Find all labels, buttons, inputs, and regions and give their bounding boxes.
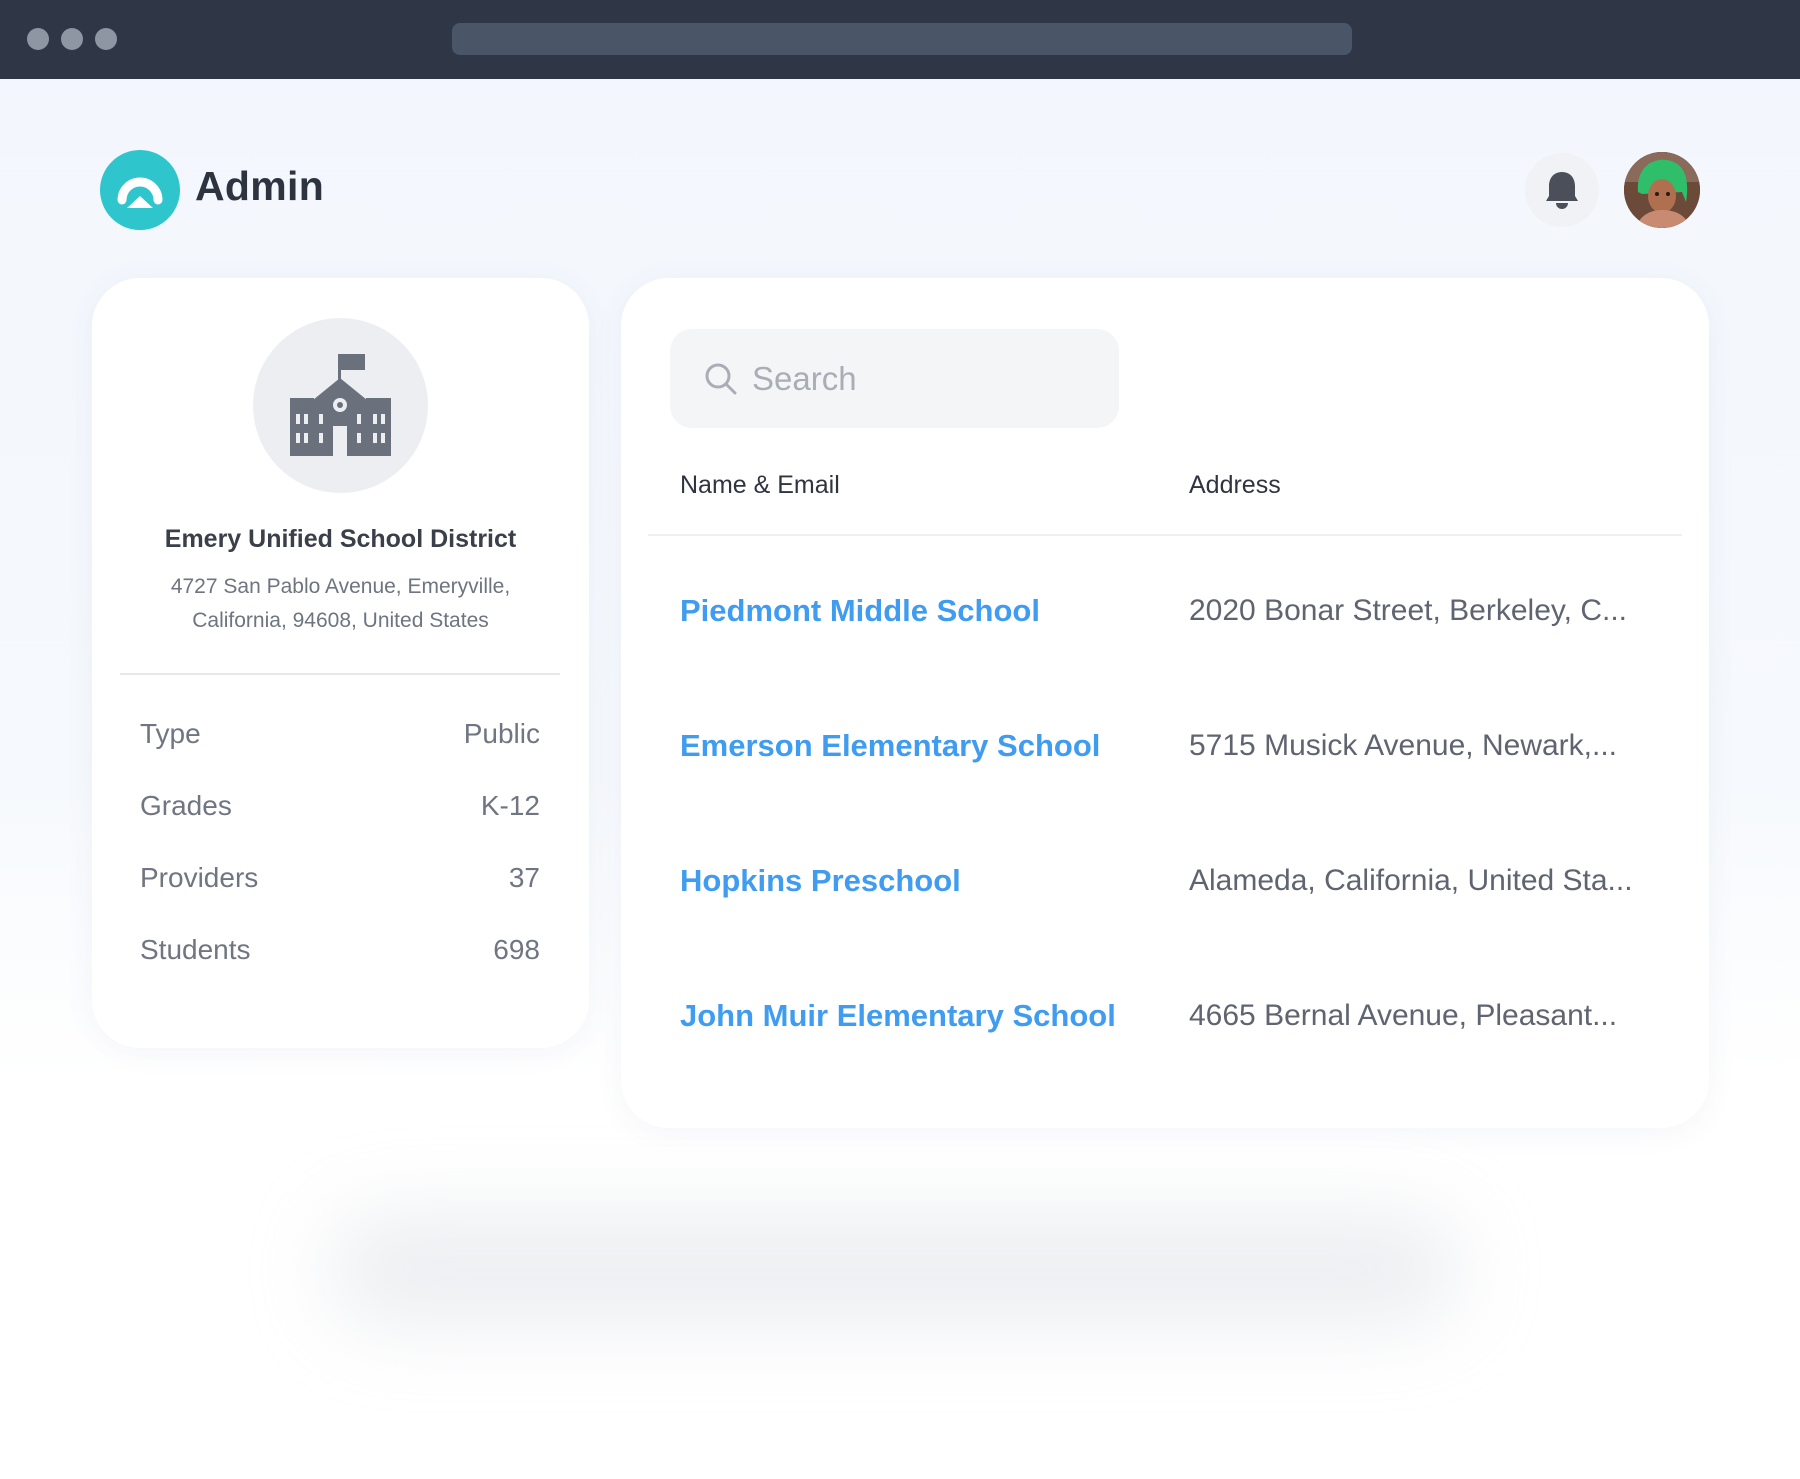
- browser-title-bar: [0, 0, 1800, 79]
- window-control-dot[interactable]: [95, 28, 117, 50]
- column-header-address: Address: [1189, 471, 1281, 499]
- school-building-icon: [253, 318, 428, 493]
- school-name-link[interactable]: Hopkins Preschool: [680, 863, 961, 899]
- stat-value-type: Public: [463, 718, 540, 749]
- stat-value-providers: 37: [508, 862, 540, 893]
- school-address: Alameda, California, United Sta...: [1189, 864, 1633, 897]
- search-icon: [705, 363, 737, 395]
- district-name: Emery Unified School District: [164, 525, 517, 553]
- table-header-divider: [648, 534, 1682, 536]
- school-address: 2020 Bonar Street, Berkeley, C...: [1189, 594, 1628, 627]
- app-title: Admin: [195, 163, 325, 209]
- search-box[interactable]: [670, 329, 1119, 428]
- address-bar[interactable]: [452, 23, 1352, 55]
- school-address: 5715 Musick Avenue, Newark,...: [1189, 729, 1617, 762]
- card-shadow: [330, 1215, 1460, 1325]
- window-control-dot[interactable]: [27, 28, 49, 50]
- stat-label-students: Students: [140, 934, 251, 965]
- school-name-link[interactable]: Emerson Elementary School: [680, 728, 1100, 764]
- stat-label-type: Type: [140, 718, 201, 749]
- stat-label-providers: Providers: [140, 862, 259, 893]
- divider: [120, 673, 560, 675]
- bell-icon: [1546, 172, 1578, 209]
- window-control-dot[interactable]: [61, 28, 83, 50]
- arch-logo-icon[interactable]: [100, 150, 180, 230]
- stat-label-grades: Grades: [140, 790, 232, 821]
- district-address: 4727 San Pablo Avenue, Emeryville, Calif…: [150, 570, 531, 638]
- notification-button[interactable]: [1525, 153, 1599, 227]
- user-avatar[interactable]: [1624, 152, 1700, 228]
- stat-value-grades: K-12: [480, 790, 540, 821]
- stat-value-students: 698: [493, 934, 540, 965]
- school-name-link[interactable]: John Muir Elementary School: [680, 998, 1116, 1034]
- district-address-line: California, 94608, United States: [192, 609, 489, 632]
- search-input[interactable]: [750, 353, 1094, 405]
- school-address: 4665 Bernal Avenue, Pleasant...: [1189, 999, 1618, 1032]
- column-header-name: Name & Email: [680, 471, 840, 499]
- district-address-line: 4727 San Pablo Avenue, Emeryville,: [170, 575, 511, 598]
- school-name-link[interactable]: Piedmont Middle School: [680, 593, 1040, 629]
